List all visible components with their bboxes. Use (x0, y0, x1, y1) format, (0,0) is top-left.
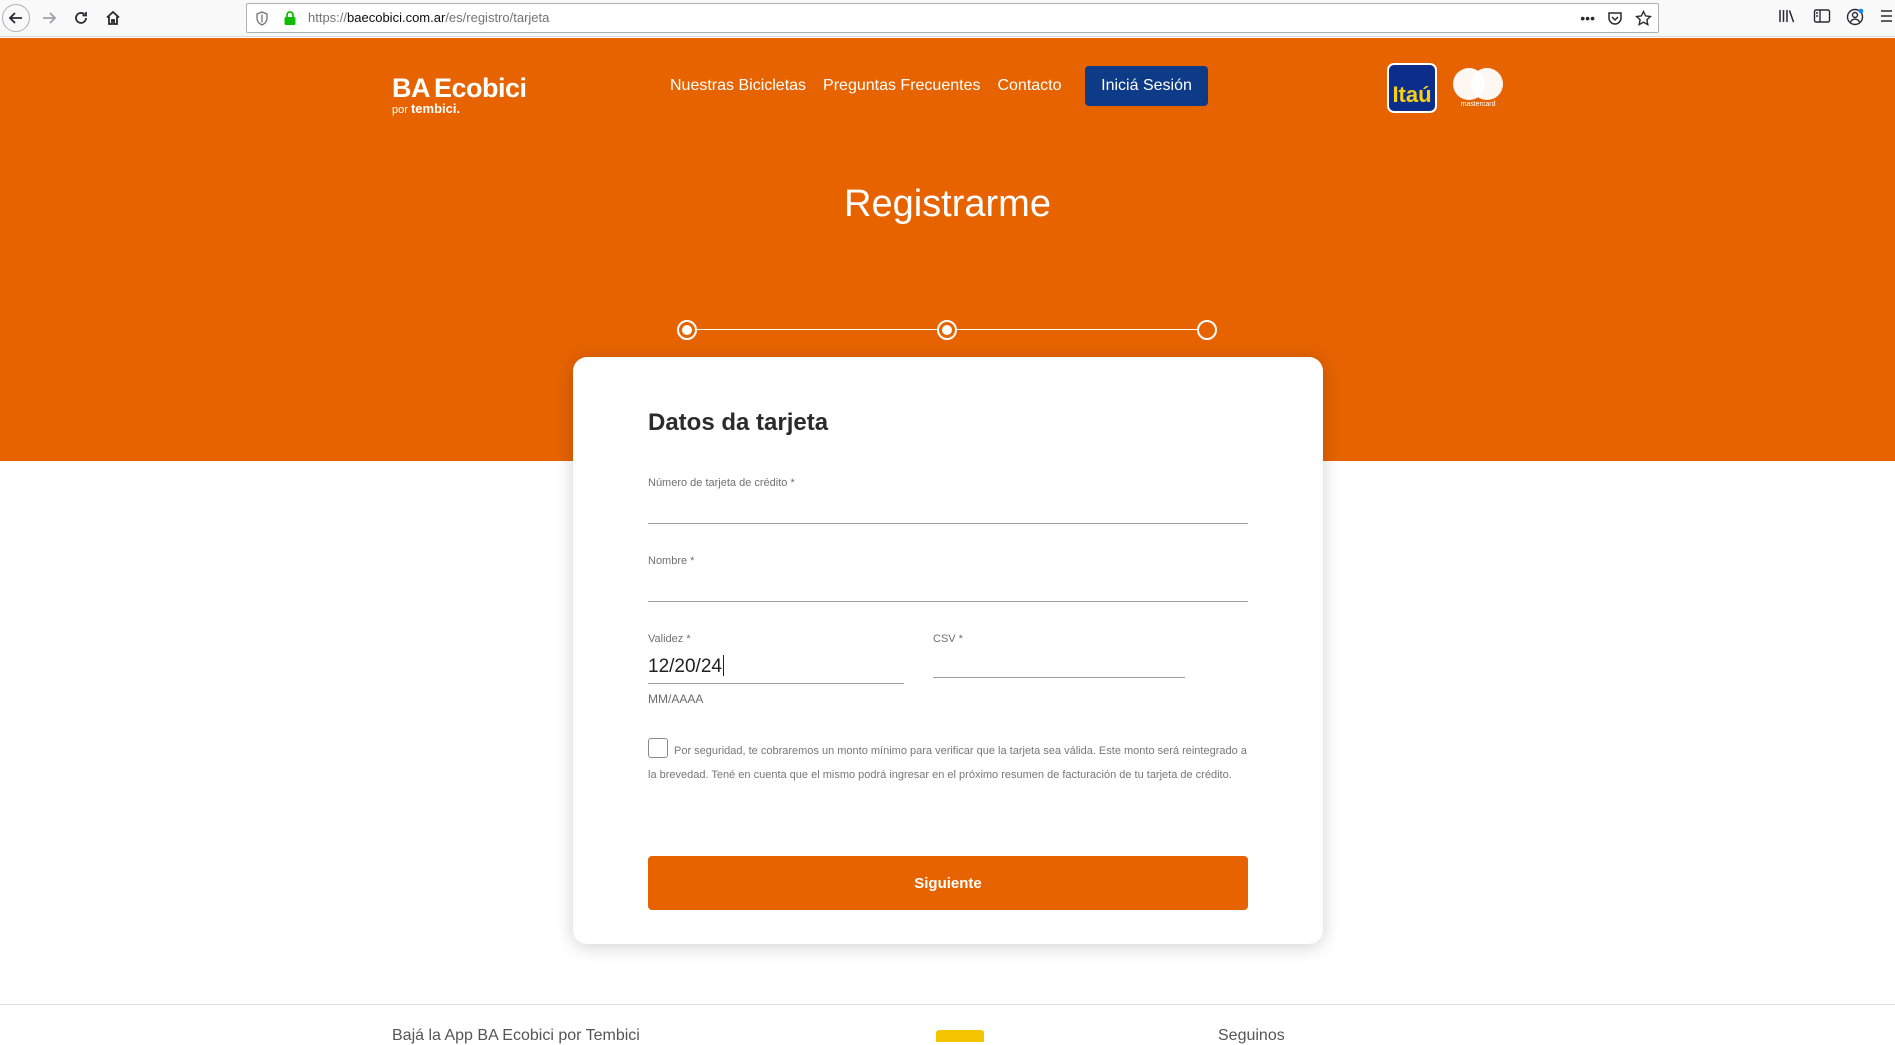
bookmark-star-icon[interactable] (1635, 9, 1652, 27)
library-icon[interactable] (1778, 8, 1796, 24)
itau-logo[interactable]: Itaú (1387, 63, 1437, 113)
lock-icon[interactable] (283, 10, 297, 26)
ba-ecobici-logo[interactable]: BA Ecobici por tembici. (392, 73, 527, 116)
expiry-field: Validez * 12/20/24 MM/AAAA (648, 633, 904, 715)
card-number-input[interactable] (648, 493, 1248, 521)
expiry-input[interactable]: 12/20/24 (648, 655, 904, 681)
nav-link-contacto[interactable]: Contacto (997, 77, 1061, 95)
name-underline (648, 601, 1248, 602)
pocket-icon[interactable] (1607, 10, 1623, 26)
arrow-right-icon (43, 12, 57, 24)
expiry-label: Validez * (648, 633, 691, 645)
url-text[interactable]: https://baecobici.com.ar/es/registro/tar… (308, 10, 549, 25)
arrow-left-icon (8, 12, 22, 24)
name-input[interactable] (648, 571, 1248, 599)
step-3-indicator (1197, 320, 1217, 340)
logo-brand: tembici. (410, 101, 461, 116)
menu-icon[interactable] (1880, 8, 1892, 24)
step-connector-2 (957, 329, 1197, 330)
step-2-indicator (937, 320, 957, 340)
mastercard-right-circle (1471, 68, 1503, 100)
reload-icon (75, 12, 87, 24)
text-caret (722, 655, 724, 676)
logo-by: por (392, 104, 408, 116)
main-nav: Nuestras Bicicletas Preguntas Frecuentes… (670, 77, 1062, 95)
nav-link-bicicletas[interactable]: Nuestras Bicicletas (670, 77, 806, 95)
name-field: Nombre * (648, 555, 1248, 603)
card-details-form: Datos da tarjeta Número de tarjeta de cr… (573, 357, 1323, 944)
mastercard-wordmark: mastercard (1460, 101, 1496, 108)
next-button[interactable]: Siguiente (648, 856, 1248, 910)
csv-input[interactable] (933, 649, 1185, 675)
reload-button[interactable] (67, 4, 95, 32)
name-label: Nombre * (648, 555, 695, 567)
card-number-underline (648, 523, 1248, 524)
step-connector-1 (697, 329, 937, 330)
csv-label: CSV * (933, 633, 963, 645)
card-number-label: Número de tarjeta de crédito * (648, 477, 795, 489)
csv-field: CSV * (933, 633, 1185, 683)
url-host: baecobici.com.ar (347, 10, 446, 25)
footer-divider (0, 1004, 1895, 1005)
verification-disclaimer: Por seguridad, te cobraremos un monto mí… (648, 745, 1247, 781)
nav-link-preguntas[interactable]: Preguntas Frecuentes (823, 77, 980, 95)
form-title: Datos da tarjeta (648, 409, 829, 436)
url-scheme: https:// (308, 10, 348, 25)
page-title: Registrarme (844, 183, 1051, 225)
mastercard-logo[interactable]: mastercard (1451, 68, 1505, 110)
url-path: /es/registro/tarjeta (445, 10, 550, 25)
footer-follow-text: Seguinos (1218, 1027, 1285, 1044)
footer-ba-logo (936, 1030, 984, 1042)
login-button[interactable]: Iniciá Sesión (1085, 66, 1208, 106)
footer-app-download-text: Bajá la App BA Ecobici por Tembici (392, 1027, 640, 1044)
logo-ba: BA (392, 73, 431, 103)
expiry-format-hint: MM/AAAA (648, 692, 704, 706)
step-1-indicator (677, 320, 697, 340)
progress-stepper (677, 320, 1217, 340)
expiry-value: 12/20/24 (648, 656, 722, 677)
csv-underline (933, 677, 1185, 678)
forward-button[interactable] (35, 4, 63, 32)
account-icon[interactable] (1846, 8, 1864, 26)
address-bar[interactable]: https://baecobici.com.ar/es/registro/tar… (246, 3, 1659, 33)
home-icon (106, 10, 120, 25)
logo-name: Ecobici (434, 73, 527, 103)
expiry-underline (648, 683, 904, 684)
card-number-field: Número de tarjeta de crédito * (648, 477, 1248, 525)
browser-toolbar: https://baecobici.com.ar/es/registro/tar… (0, 0, 1895, 37)
back-button[interactable] (2, 4, 30, 32)
sidebar-icon[interactable] (1813, 8, 1831, 24)
home-button[interactable] (99, 4, 127, 32)
shield-icon[interactable] (255, 11, 269, 26)
page-actions-menu-icon[interactable]: ••• (1580, 8, 1595, 28)
